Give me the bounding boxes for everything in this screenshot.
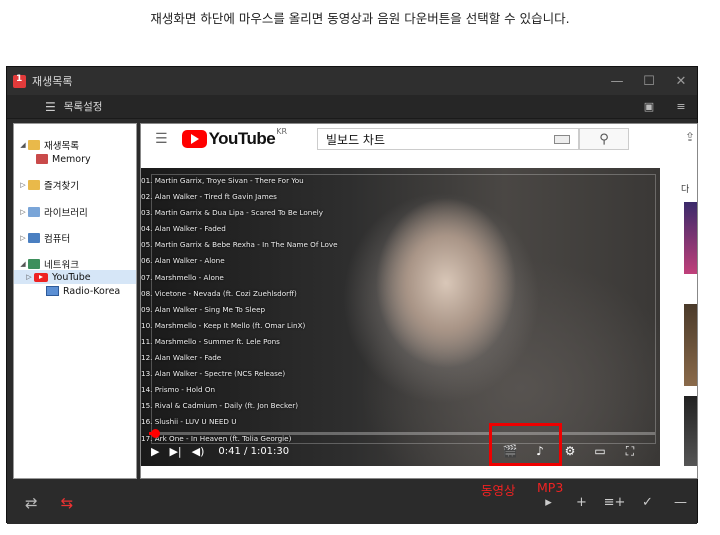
keyboard-icon[interactable]: [554, 134, 570, 144]
track-item: 08. Vicetone - Nevada (ft. Cozi Zuehlsdo…: [141, 288, 297, 298]
video-download-label: 동영상: [481, 483, 516, 498]
theater-mode-icon[interactable]: ▭: [585, 444, 615, 458]
search-button[interactable]: ⚲: [579, 128, 629, 150]
list-settings-button[interactable]: 목록설정: [64, 99, 103, 114]
track-item: 11. Marshmello - Summer ft. Lele Pons: [141, 336, 280, 346]
tree-item-favorites[interactable]: ▷ 즐겨찾기: [18, 178, 79, 192]
sort-icon[interactable]: ≡: [665, 100, 697, 113]
tracklist-overlay: 01. Martin Garrix, Troye Sivan - There F…: [141, 173, 341, 447]
fullscreen-icon[interactable]: ⛶: [615, 444, 645, 459]
search-input[interactable]: 빌보드 차트: [317, 128, 579, 150]
thumbnail[interactable]: [684, 304, 697, 386]
computer-icon: [28, 233, 40, 243]
toolbar: ☰ 목록설정 ▣ ≡: [7, 95, 697, 119]
mp3-download-label: MP3: [537, 480, 564, 495]
collapsed-arrow-icon[interactable]: ▷: [18, 208, 28, 216]
folder-icon: [28, 140, 40, 150]
play-icon[interactable]: ▶: [151, 445, 159, 458]
tree-item-computer[interactable]: ▷ 컴퓨터: [18, 231, 70, 245]
right-column-glyph: 다: [681, 185, 690, 195]
collapsed-arrow-icon[interactable]: ▷: [18, 234, 28, 242]
download-highlight-box: [489, 423, 562, 466]
tree-item-library[interactable]: ▷ 라이브러리: [18, 205, 88, 219]
progress-handle[interactable]: [150, 429, 160, 438]
track-item: 02. Alan Walker - Tired ft Gavin James: [141, 192, 277, 202]
play-small-icon[interactable]: ▸: [532, 495, 565, 510]
network-icon: [28, 259, 40, 269]
tree-item-playlist[interactable]: ◢ 재생목록: [18, 138, 79, 152]
youtube-logo[interactable]: YouTube KR: [181, 127, 287, 149]
track-item: 06. Alan Walker - Alone: [141, 256, 225, 266]
next-icon[interactable]: ▶|: [169, 445, 181, 458]
check-icon[interactable]: ✓: [631, 495, 664, 510]
tree-item-radio-korea[interactable]: Radio-Korea: [46, 284, 120, 298]
youtube-play-logo-icon: [181, 130, 207, 148]
maximize-icon[interactable]: ☐: [633, 74, 665, 89]
library-icon: [28, 207, 40, 217]
thumbnail[interactable]: [684, 396, 697, 466]
title-bar[interactable]: 재생목록 — ☐ ✕: [7, 67, 697, 95]
folder-tree: ◢ 재생목록 Memory ▷ 즐겨찾기 ▷ 라이브러리 ▷ 컴퓨터 ◢ 네트워…: [13, 123, 137, 479]
track-item: 14. Prismo - Hold On: [141, 385, 216, 395]
track-item: 16. Slushii - LUV U NEED U: [141, 417, 237, 427]
expanded-arrow-icon[interactable]: ◢: [18, 141, 28, 149]
track-item: 15. Rival & Cadmium - Daily (ft. Jon Bec…: [141, 401, 299, 411]
thumbnail[interactable]: [684, 202, 697, 274]
video-player[interactable]: 01. Martin Garrix, Troye Sivan - There F…: [141, 168, 660, 466]
hamburger-menu-icon[interactable]: ☰: [155, 131, 168, 147]
track-item: 01. Martin Garrix, Troye Sivan - There F…: [141, 176, 304, 185]
memory-icon: [36, 154, 48, 164]
folder-play-icon[interactable]: ▣: [633, 100, 665, 113]
expanded-arrow-icon[interactable]: ◢: [18, 260, 28, 268]
instruction-caption: 재생화면 하단에 마우스를 올리면 동영상과 음원 다운버튼을 선택할 수 있습…: [150, 11, 570, 26]
recommended-thumbnails: 다: [681, 168, 697, 468]
track-item: 07. Marshmello - Alone: [141, 272, 224, 282]
youtube-browser: ☰ YouTube KR 빌보드 차트 ⚲ ⇪ 01. Martin Garri…: [140, 123, 698, 479]
window-title: 재생목록: [32, 75, 73, 88]
list-menu-icon[interactable]: ☰: [45, 100, 56, 114]
search-icon: ⚲: [599, 131, 609, 147]
folder-icon: [28, 180, 40, 190]
track-item: 03. Martin Garrix & Dua Lipa - Scared To…: [141, 208, 323, 218]
minimize-icon[interactable]: —: [601, 74, 633, 89]
track-item: 12. Alan Walker - Fade: [141, 353, 222, 363]
progress-bar[interactable]: [149, 429, 655, 438]
app-icon: [13, 74, 26, 88]
repeat-icon[interactable]: ⇄: [25, 494, 38, 512]
shuffle-icon[interactable]: ⇆: [61, 494, 74, 512]
collapsed-arrow-icon[interactable]: ▷: [24, 273, 34, 281]
track-item: 13. Alan Walker - Spectre (NCS Release): [141, 369, 286, 379]
bottom-bar: ⇄ ⇆ ▸ + ≡+ ✓ —: [7, 481, 697, 524]
tree-item-memory[interactable]: Memory: [36, 152, 91, 166]
collapsed-arrow-icon[interactable]: ▷: [18, 181, 28, 189]
youtube-icon: [34, 272, 48, 282]
search-query: 빌보드 차트: [326, 132, 386, 147]
radio-icon: [46, 286, 59, 296]
volume-icon[interactable]: ◀): [192, 445, 205, 458]
add-list-icon[interactable]: ≡+: [598, 495, 631, 510]
close-icon[interactable]: ✕: [665, 74, 697, 89]
track-item: 09. Alan Walker - Sing Me To Sleep: [141, 304, 266, 314]
youtube-header: ☰ YouTube KR 빌보드 차트 ⚲ ⇪: [141, 124, 697, 154]
remove-icon[interactable]: —: [664, 495, 697, 510]
track-item: 10. Marshmello - Keep It Mello (ft. Omar…: [141, 320, 306, 330]
upload-icon[interactable]: ⇪: [685, 130, 695, 144]
playlist-window: 재생목록 — ☐ ✕ ☰ 목록설정 ▣ ≡ ◢ 재생목록 Memory ▷ 즐겨…: [6, 66, 698, 524]
track-item: 05. Martin Garrix & Bebe Rexha - In The …: [141, 240, 338, 250]
track-item: 04. Alan Walker - Faded: [141, 224, 226, 234]
add-icon[interactable]: +: [565, 495, 598, 510]
tree-item-network[interactable]: ◢ 네트워크: [18, 257, 79, 271]
time-display: 0:41 / 1:01:30: [218, 445, 290, 457]
tree-item-youtube[interactable]: ▷ YouTube: [14, 270, 136, 284]
